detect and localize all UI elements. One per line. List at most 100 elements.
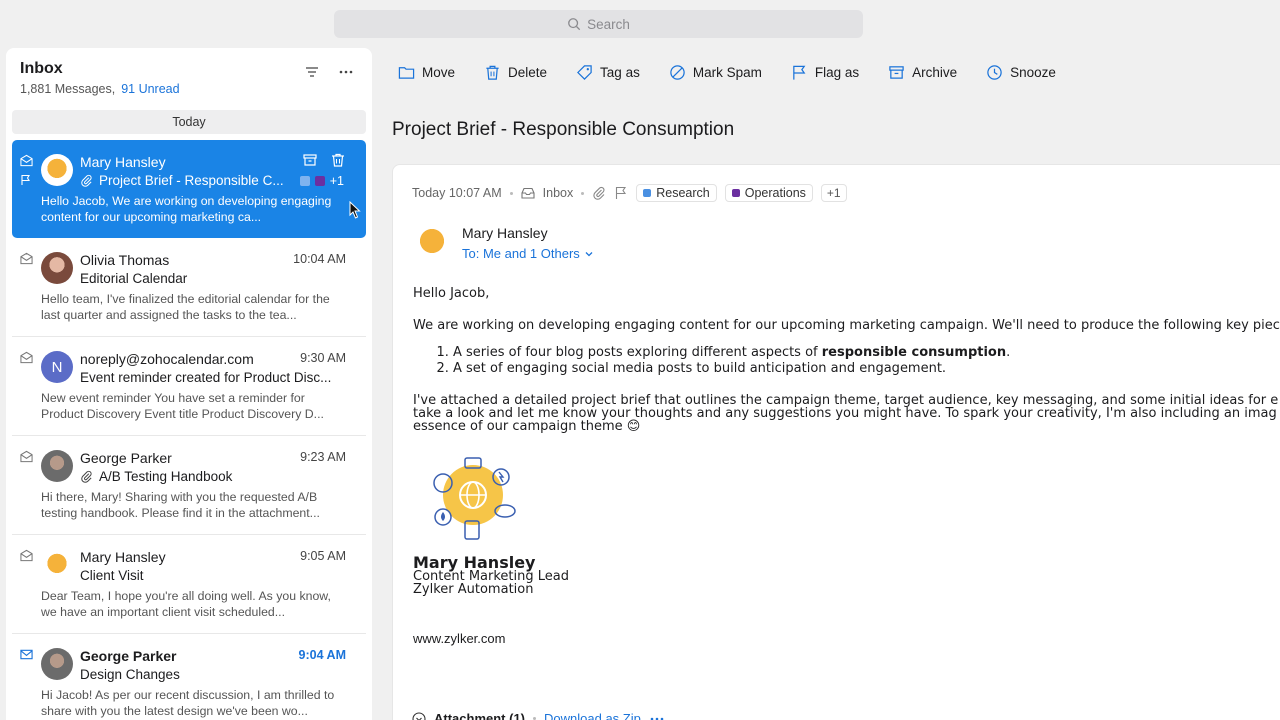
- snooze-button[interactable]: Snooze: [986, 64, 1056, 81]
- label-operations[interactable]: Operations: [724, 184, 813, 202]
- mail-body: Hello Jacob, We are working on developin…: [413, 287, 1280, 453]
- delete-icon[interactable]: [330, 152, 346, 168]
- campaign-illustration-image: [433, 457, 516, 540]
- signature-company: Zylker Automation: [413, 582, 534, 597]
- message-time: 9:30 AM: [300, 351, 346, 365]
- list-item: A set of engaging social media posts to …: [453, 361, 1280, 377]
- list-bold-text: responsible consumption: [821, 345, 1007, 360]
- search-input[interactable]: Search: [334, 10, 863, 38]
- more-options-icon[interactable]: [338, 64, 354, 80]
- download-zip-link[interactable]: Download as Zip: [544, 711, 641, 720]
- mail-time: Today 10:07 AM: [412, 186, 502, 200]
- avatar: N: [41, 351, 73, 383]
- tag-icon: [577, 65, 592, 80]
- subject-text: Project Brief - Responsible C...: [99, 173, 284, 188]
- message-preview: New event reminder You have set a remind…: [41, 391, 324, 421]
- brief-paragraph: I've attached a detailed project brief t…: [413, 394, 1280, 433]
- message-subject: Client Visit: [80, 568, 144, 583]
- message-time: 9:23 AM: [300, 450, 346, 464]
- chevron-circle-icon[interactable]: [412, 711, 426, 720]
- recipients-text: To: Me and 1 Others: [462, 246, 580, 261]
- list-item: A series of four blog posts exploring di…: [453, 345, 1280, 361]
- mail-subject-title: Project Brief - Responsible Consumption: [392, 119, 735, 140]
- move-button[interactable]: Move: [398, 64, 455, 81]
- sender-name: noreply@zohocalendar.com: [80, 351, 254, 367]
- archive-icon: [889, 66, 904, 79]
- mail-open-icon[interactable]: [20, 252, 33, 265]
- label-research[interactable]: Research: [636, 184, 717, 202]
- message-list: Mary Hansley Project Brief - Responsible…: [12, 140, 366, 720]
- mail-open-icon[interactable]: [20, 154, 33, 167]
- separator-dot: [509, 191, 513, 195]
- sender-avatar[interactable]: [412, 223, 452, 263]
- mail-open-icon[interactable]: [20, 351, 33, 364]
- attachment-icon: [81, 470, 92, 483]
- flag-icon[interactable]: [614, 186, 628, 200]
- tag-operations-dot: [314, 176, 325, 186]
- signature-website[interactable]: www.zylker.com: [413, 631, 505, 646]
- message-preview: Hi Jacob! As per our recent discussion, …: [41, 688, 335, 718]
- message-preview: Hi there, Mary! Sharing with you the req…: [41, 490, 320, 520]
- flag-icon: [793, 65, 806, 80]
- list-item[interactable]: Olivia Thomas 10:04 AM Editorial Calenda…: [12, 238, 366, 337]
- tag-as-button[interactable]: Tag as: [576, 64, 640, 81]
- subject-text: Client Visit: [80, 568, 144, 583]
- mail-open-icon[interactable]: [20, 549, 33, 562]
- snooze-label: Snooze: [1010, 65, 1056, 80]
- chevron-down-icon: [585, 251, 593, 256]
- delete-button[interactable]: Delete: [484, 64, 547, 81]
- subject-text: Editorial Calendar: [80, 271, 188, 286]
- unread-count[interactable]: 91 Unread: [121, 82, 179, 96]
- clock-icon: [987, 65, 1002, 80]
- message-time: 9:04 AM: [298, 648, 346, 662]
- message-preview: Dear Team, I hope you're all doing well.…: [41, 589, 331, 619]
- folder-title: Inbox: [20, 60, 63, 77]
- inbox-header: Inbox 1,881 Messages, 91 Unread: [20, 60, 180, 96]
- filter-icon[interactable]: [304, 64, 320, 80]
- mail-open-icon[interactable]: [20, 450, 33, 463]
- mail-unread-icon[interactable]: [20, 648, 33, 661]
- list-item[interactable]: Mary Hansley Project Brief - Responsible…: [12, 140, 366, 238]
- list-item[interactable]: George Parker 9:23 AM A/B Testing Handbo…: [12, 436, 366, 535]
- more-tags-count: +1: [329, 174, 344, 188]
- sender-name: Mary Hansley: [80, 549, 166, 565]
- mail-content: Today 10:07 AM Inbox Research Operations…: [392, 164, 1280, 720]
- search-icon: [568, 18, 581, 31]
- flag-as-button[interactable]: Flag as: [791, 64, 859, 81]
- tag-as-label: Tag as: [600, 65, 640, 80]
- archive-icon[interactable]: [302, 152, 318, 168]
- label-color-dot: [731, 189, 740, 197]
- flag-icon[interactable]: [20, 174, 32, 186]
- sender-name: George Parker: [80, 648, 177, 664]
- message-subject: Design Changes: [80, 667, 180, 682]
- archive-button[interactable]: Archive: [888, 64, 957, 81]
- message-list-panel: Inbox 1,881 Messages, 91 Unread Today Mar…: [6, 48, 372, 720]
- tag-research-dot: [299, 176, 310, 186]
- list-text: A series of four blog posts exploring di…: [453, 345, 822, 360]
- message-subject: Event reminder created for Product Disc.…: [80, 370, 331, 385]
- more-options-icon[interactable]: [649, 712, 665, 720]
- attachment-count: Attachment (1): [434, 711, 526, 720]
- message-count: 1,881 Messages,: [20, 82, 116, 96]
- subject-text: A/B Testing Handbook: [99, 469, 233, 484]
- mail-toolbar: Move Delete Tag as Mark Spam Flag as Arc…: [398, 64, 1085, 81]
- avatar: [41, 252, 73, 284]
- more-labels-chip[interactable]: +1: [820, 184, 847, 202]
- avatar: [41, 154, 73, 186]
- recipients-toggle[interactable]: To: Me and 1 Others: [462, 246, 594, 261]
- list-item[interactable]: George Parker 9:04 AM Design Changes Hi …: [12, 634, 366, 720]
- mark-spam-button[interactable]: Mark Spam: [669, 64, 762, 81]
- mail-folder[interactable]: Inbox: [543, 186, 574, 200]
- sender-name[interactable]: Mary Hansley: [462, 225, 548, 241]
- list-text: .: [1006, 345, 1011, 360]
- list-item[interactable]: N noreply@zohocalendar.com 9:30 AM Event…: [12, 337, 366, 436]
- label-text: Operations: [744, 186, 806, 200]
- message-subject: A/B Testing Handbook: [80, 469, 232, 484]
- list-item[interactable]: Mary Hansley 9:05 AM Client Visit Dear T…: [12, 535, 366, 634]
- inbox-icon: [521, 187, 535, 199]
- attachment-bar: Attachment (1) Download as Zip: [412, 711, 665, 720]
- sender-name: Olivia Thomas: [80, 252, 170, 268]
- message-tags: +1: [299, 174, 344, 188]
- archive-label: Archive: [912, 65, 958, 80]
- attachment-icon[interactable]: [592, 186, 606, 200]
